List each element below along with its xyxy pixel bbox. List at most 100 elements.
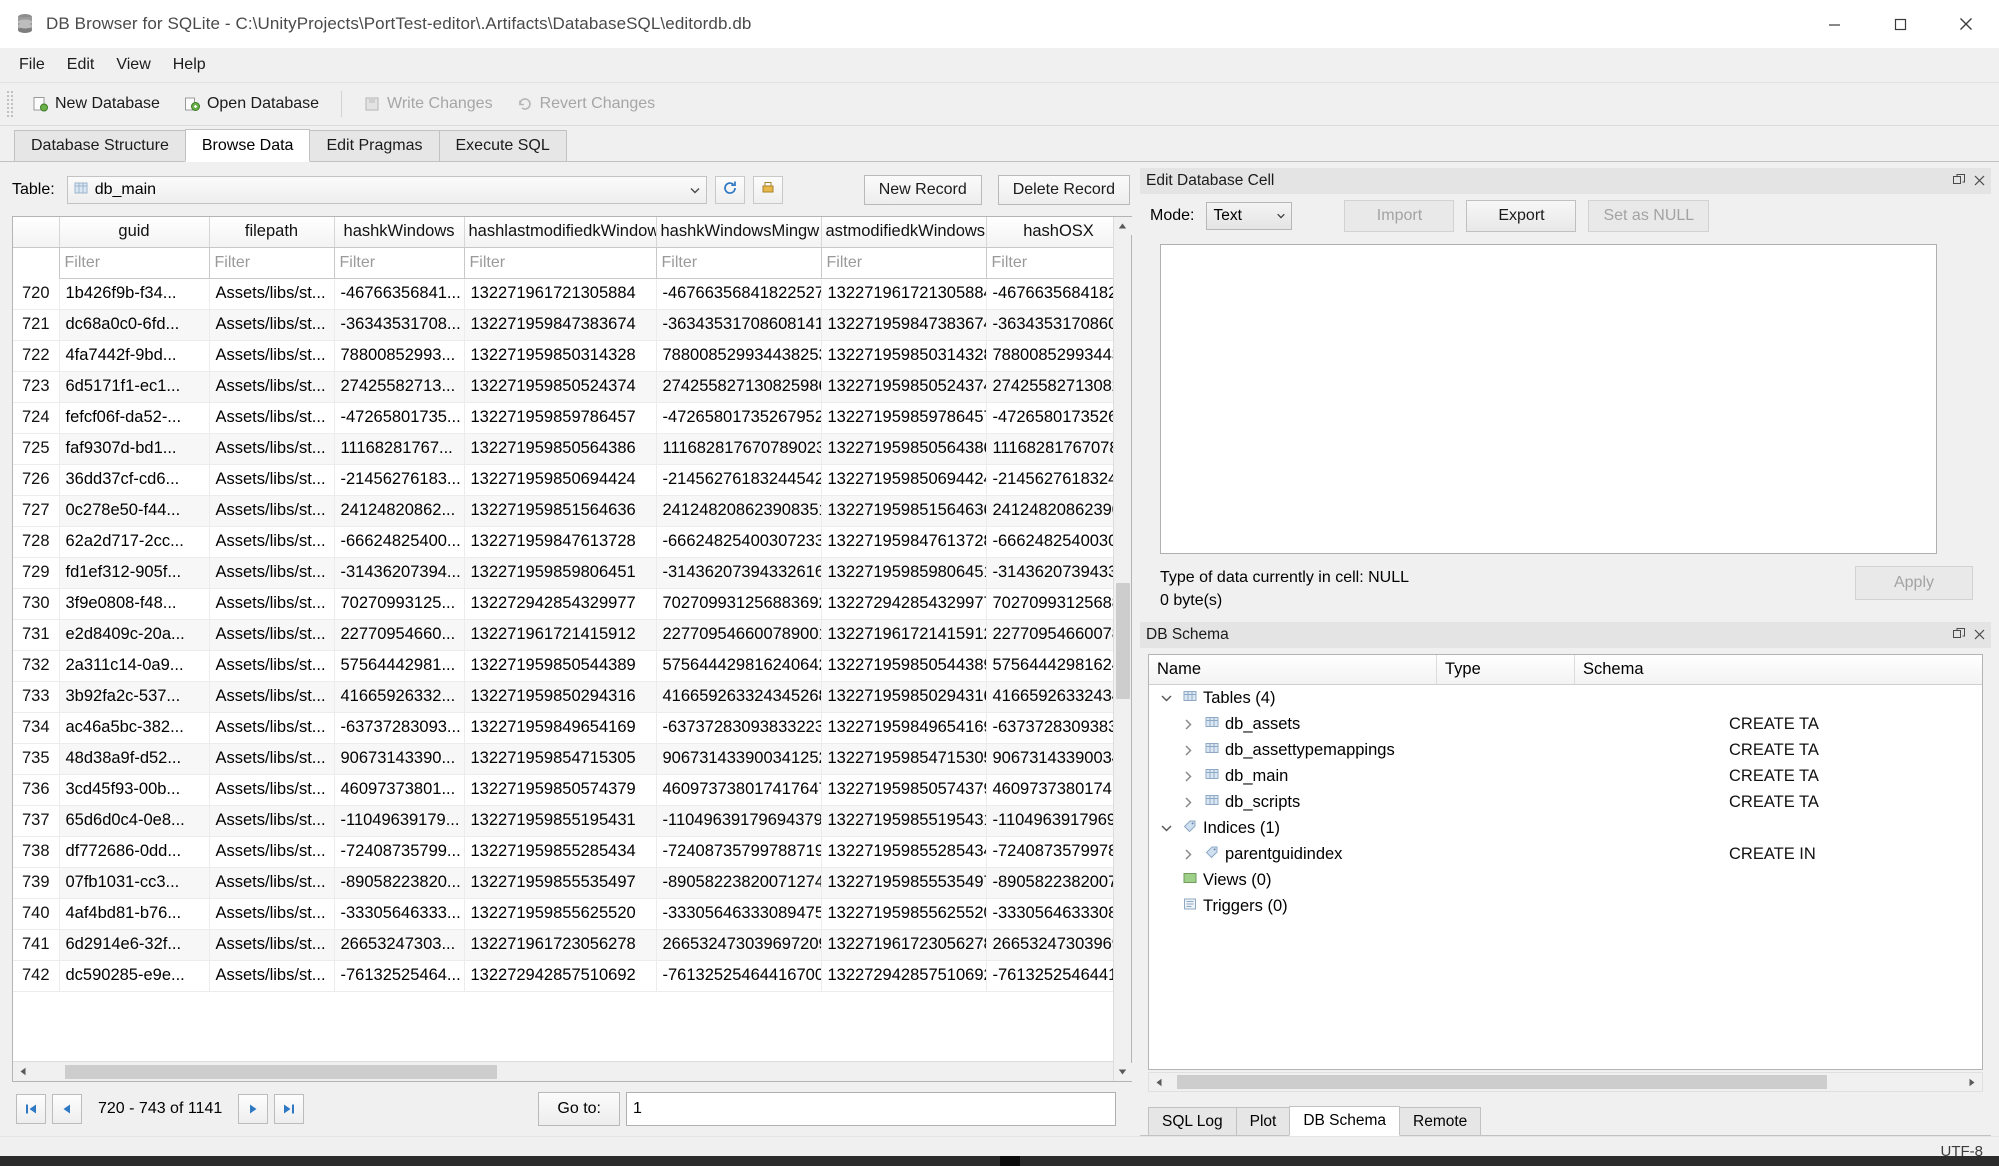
cell-guid[interactable]: 1b426f9b-f34...: [59, 278, 209, 309]
tab-execute-sql[interactable]: Execute SQL: [439, 130, 567, 161]
scroll-up-icon[interactable]: [1114, 217, 1132, 235]
cell-hashkwindowsmingw[interactable]: 2277095466007890018: [656, 619, 821, 650]
cell-astmodifiedkwindowsm[interactable]: 132271959850574379: [821, 774, 986, 805]
cell-filepath[interactable]: Assets/libs/st...: [209, 340, 334, 371]
cell-hashosx[interactable]: 41665926332434...: [986, 681, 1131, 712]
cell-guid[interactable]: 4fa7442f-9bd...: [59, 340, 209, 371]
cell-astmodifiedkwindowsm[interactable]: 132271959855535497: [821, 867, 986, 898]
row-number-cell[interactable]: 729: [13, 557, 59, 588]
set-as-null-button[interactable]: Set as NULL: [1588, 200, 1709, 232]
cell-hashosx[interactable]: 11168281767078...: [986, 433, 1131, 464]
row-number-cell[interactable]: 741: [13, 929, 59, 960]
cell-hashkwindowsmingw[interactable]: -6662482540030723306: [656, 526, 821, 557]
cell-hashosx[interactable]: 90673143390034...: [986, 743, 1131, 774]
cell-hashosx[interactable]: -7613252546441...: [986, 960, 1131, 991]
cell-hashlastmodifiedkwindows[interactable]: 132271961721415912: [464, 619, 656, 650]
table-select[interactable]: db_main: [67, 176, 707, 204]
cell-guid[interactable]: e2d8409c-20a...: [59, 619, 209, 650]
cell-hashkwindowsmingw[interactable]: 1116828176707890233: [656, 433, 821, 464]
close-icon[interactable]: [1974, 627, 1985, 643]
undock-icon[interactable]: [1953, 627, 1965, 643]
row-number-cell[interactable]: 734: [13, 712, 59, 743]
row-number-cell[interactable]: 736: [13, 774, 59, 805]
cell-hashlastmodifiedkwindows[interactable]: 132271959859786457: [464, 402, 656, 433]
cell-hashosx[interactable]: -4676635684182...: [986, 278, 1131, 309]
scroll-right-icon[interactable]: [1962, 1072, 1982, 1092]
open-database-button[interactable]: Open Database: [172, 91, 331, 117]
cell-hashkwindows[interactable]: -46766356841...: [334, 278, 464, 309]
cell-guid[interactable]: 07fb1031-cc3...: [59, 867, 209, 898]
cell-hashkwindows[interactable]: -89058223820...: [334, 867, 464, 898]
table-row[interactable]: 729fd1ef312-905f...Assets/libs/st...-314…: [13, 557, 1131, 588]
schema-header-name[interactable]: Name: [1149, 655, 1437, 684]
cell-hashlastmodifiedkwindows[interactable]: 132271959855535497: [464, 867, 656, 898]
row-number-cell[interactable]: 720: [13, 278, 59, 309]
go-first-button[interactable]: [16, 1094, 46, 1124]
cell-hashlastmodifiedkwindows[interactable]: 132271959851564636: [464, 495, 656, 526]
cell-hashkwindows[interactable]: 22770954660...: [334, 619, 464, 650]
schema-header-schema[interactable]: Schema: [1575, 655, 1982, 684]
row-number-cell[interactable]: 723: [13, 371, 59, 402]
cell-hashlastmodifiedkwindows[interactable]: 132271959850544389: [464, 650, 656, 681]
row-number-cell[interactable]: 735: [13, 743, 59, 774]
goto-button[interactable]: Go to:: [538, 1092, 620, 1126]
cell-guid[interactable]: 65d6d0c4-0e8...: [59, 805, 209, 836]
cell-hashkwindows[interactable]: -76132525464...: [334, 960, 464, 991]
filter-input-hashosx[interactable]: Filter: [986, 247, 1131, 278]
filter-input-hashkwindows[interactable]: Filter: [334, 247, 464, 278]
row-number-cell[interactable]: 725: [13, 433, 59, 464]
cell-hashkwindowsmingw[interactable]: -4726580173526795265: [656, 402, 821, 433]
go-previous-button[interactable]: [52, 1094, 82, 1124]
menu-item-help[interactable]: Help: [162, 52, 217, 78]
table-row[interactable]: 7333b92fa2c-537...Assets/libs/st...41665…: [13, 681, 1131, 712]
cell-guid[interactable]: 3f9e0808-f48...: [59, 588, 209, 619]
cell-hashkwindows[interactable]: -11049639179...: [334, 805, 464, 836]
cell-hashosx[interactable]: -2145627618324...: [986, 464, 1131, 495]
table-row[interactable]: 73907fb1031-cc3...Assets/libs/st...-8905…: [13, 867, 1131, 898]
cell-hashkwindowsmingw[interactable]: -3330564633308947509: [656, 898, 821, 929]
cell-guid[interactable]: 6d2914e6-32f...: [59, 929, 209, 960]
row-number-cell[interactable]: 732: [13, 650, 59, 681]
cell-filepath[interactable]: Assets/libs/st...: [209, 681, 334, 712]
tab-sql-log[interactable]: SQL Log: [1148, 1107, 1237, 1135]
cell-hashosx[interactable]: -3330564633308...: [986, 898, 1131, 929]
undock-icon[interactable]: [1953, 173, 1965, 189]
grid-vscroll-thumb[interactable]: [1116, 583, 1130, 699]
cell-guid[interactable]: 4af4bd81-b76...: [59, 898, 209, 929]
cell-guid[interactable]: fd1ef312-905f...: [59, 557, 209, 588]
cell-astmodifiedkwindowsm[interactable]: 132271961721305884: [821, 278, 986, 309]
cell-hashkwindows[interactable]: -36343531708...: [334, 309, 464, 340]
tab-plot[interactable]: Plot: [1236, 1107, 1291, 1135]
mode-select[interactable]: Text: [1206, 202, 1292, 230]
cell-guid[interactable]: ac46a5bc-382...: [59, 712, 209, 743]
schema-tree-item[interactable]: parentguidindexCREATE IN: [1149, 841, 1982, 867]
delete-record-button[interactable]: Delete Record: [998, 175, 1130, 205]
cell-hashosx[interactable]: 22770954660078...: [986, 619, 1131, 650]
twisty-icon[interactable]: [1177, 719, 1199, 730]
grid-horizontal-scrollbar[interactable]: [13, 1061, 1131, 1081]
twisty-icon[interactable]: [1177, 797, 1199, 808]
schema-tree-item[interactable]: db_assettypemappingsCREATE TA: [1149, 737, 1982, 763]
cell-hashlastmodifiedkwindows[interactable]: 132271959849654169: [464, 712, 656, 743]
cell-astmodifiedkwindowsm[interactable]: 132271959859806451: [821, 557, 986, 588]
cell-astmodifiedkwindowsm[interactable]: 132271959850544389: [821, 650, 986, 681]
minimize-button[interactable]: [1801, 0, 1867, 48]
cell-hashkwindows[interactable]: -33305646333...: [334, 898, 464, 929]
scroll-down-icon[interactable]: [1114, 1063, 1132, 1081]
cell-filepath[interactable]: Assets/libs/st...: [209, 805, 334, 836]
cell-hashlastmodifiedkwindows[interactable]: 132271959855285434: [464, 836, 656, 867]
new-database-button[interactable]: New Database: [20, 91, 172, 117]
cell-astmodifiedkwindowsm[interactable]: 132271959855285434: [821, 836, 986, 867]
close-icon[interactable]: [1974, 173, 1985, 189]
tab-edit-pragmas[interactable]: Edit Pragmas: [309, 130, 439, 161]
cell-hashosx[interactable]: 27425582713082...: [986, 371, 1131, 402]
cell-hashosx[interactable]: 26653247303969...: [986, 929, 1131, 960]
cell-hashkwindows[interactable]: 46097373801...: [334, 774, 464, 805]
column-header-hashlastmodifiedkwindows[interactable]: hashlastmodifiedkWindows: [464, 217, 656, 247]
twisty-icon[interactable]: [1177, 771, 1199, 782]
cell-hashosx[interactable]: 78800852993443...: [986, 340, 1131, 371]
table-row[interactable]: 7404af4bd81-b76...Assets/libs/st...-3330…: [13, 898, 1131, 929]
cell-filepath[interactable]: Assets/libs/st...: [209, 774, 334, 805]
column-header-hashosx[interactable]: hashOSX: [986, 217, 1131, 247]
schema-tree-item[interactable]: Indices (1): [1149, 815, 1982, 841]
